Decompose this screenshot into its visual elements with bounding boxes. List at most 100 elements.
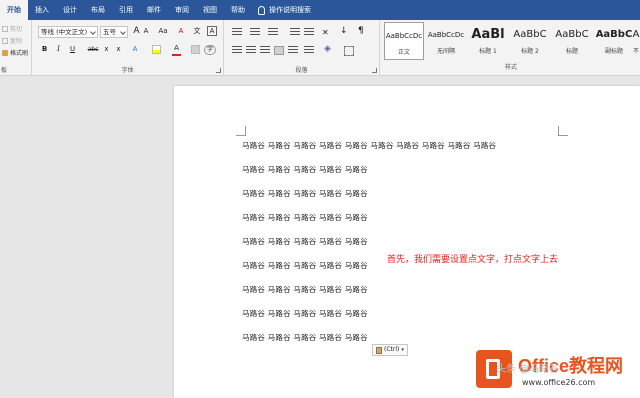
numbering-icon[interactable] [250,28,260,37]
tell-me-search[interactable]: 操作说明搜索 [258,5,311,15]
tab-review[interactable]: 审阅 [168,0,196,20]
style-heading-2-sample: AaBbC [513,29,547,40]
watermark-overlay-text: 头条 @马路谷 [496,364,560,375]
chevron-down-icon: ▾ [401,347,404,353]
text-effects-button[interactable]: A [130,44,140,56]
styles-gallery: AaBbCcDc 正文 AaBbCcDc 无间隔 AaBl 标题 1 AaBbC… [382,22,640,66]
font-size-select[interactable]: 五号 [100,26,128,38]
doc-line[interactable]: 马路谷 马路谷 马路谷 马路谷 马路谷 [242,308,368,319]
style-normal-name: 正文 [397,49,410,56]
justify-icon[interactable] [274,46,284,55]
font-color-button[interactable]: A [172,44,181,56]
copy-label: 复制 [10,38,23,45]
enclose-characters-icon: 字 [206,46,213,53]
style-more[interactable]: A 不 [632,22,640,60]
shading-bucket-icon[interactable]: ◈ [324,44,336,54]
tab-home[interactable]: 开始 [0,0,28,20]
font-group-label: 字体 [121,67,134,74]
sort-icon[interactable]: ↓ [340,26,352,36]
tab-layout[interactable]: 布局 [84,0,112,20]
paragraph-group-label: 段落 [295,67,308,74]
style-title[interactable]: AaBbC 标题 [552,22,592,60]
decrease-indent-icon[interactable] [290,28,300,37]
tell-me-label: 操作说明搜索 [269,6,311,14]
format-painter-button[interactable]: 格式刷 [2,48,28,57]
strikethrough-button[interactable]: abc [86,44,100,56]
font-size-value: 五号 [103,28,116,36]
margin-corner-top-right [558,126,568,136]
doc-line[interactable]: 马路谷 马路谷 马路谷 马路谷 马路谷 [242,236,368,247]
clear-formatting-button[interactable]: A [176,26,186,38]
underline-button[interactable]: U [68,44,77,56]
phonetic-guide-button[interactable]: 文 [192,26,202,38]
style-no-spacing[interactable]: AaBbCcDc 无间隔 [426,22,466,60]
paintbrush-icon [2,49,8,56]
font-dialog-launcher[interactable] [216,68,221,73]
style-no-spacing-name: 无间隔 [436,48,455,55]
align-right-icon[interactable] [260,46,270,55]
grow-font-button[interactable]: A [132,26,141,38]
cut-button[interactable]: 剪切 [2,24,22,33]
copy-icon [2,37,8,44]
copy-button[interactable]: 复制 [2,36,22,45]
enclose-characters-button[interactable]: 字 [204,45,216,55]
doc-line[interactable]: 马路谷 马路谷 马路谷 马路谷 马路谷 马路谷 马路谷 马路谷 马路谷 马路谷 [242,140,496,151]
style-title-sample: AaBbC [555,29,589,40]
doc-line[interactable]: 马路谷 马路谷 马路谷 马路谷 马路谷 [242,332,368,343]
tab-view[interactable]: 视图 [196,0,224,20]
align-left-icon[interactable] [232,46,242,55]
change-case-button[interactable]: Aa [156,26,170,38]
doc-line[interactable]: 马路谷 马路谷 马路谷 马路谷 马路谷 [242,260,368,271]
clipboard-group-label: 板 [1,67,8,74]
style-title-name: 标题 [565,48,578,55]
italic-button[interactable]: I [54,44,63,56]
superscript-button[interactable]: x [114,44,123,56]
style-heading-2[interactable]: AaBbC 标题 2 [510,22,550,60]
style-more-name: 不 [632,48,639,55]
ribbon: 剪切 复制 格式刷 板 等线 (中文正文) 五号 A A Aa A 文 A B … [0,20,640,76]
style-subtitle-sample: AaBbC [595,29,633,40]
doc-line[interactable]: 马路谷 马路谷 马路谷 马路谷 马路谷 [242,212,368,223]
increase-indent-icon[interactable] [304,28,314,37]
borders-icon[interactable] [344,46,354,56]
chinese-layout-icon[interactable]: ✕ [322,28,334,38]
tab-references[interactable]: 引用 [112,0,140,20]
watermark: Office教程网 头条 @马路谷 www.office26.com [470,348,640,398]
chevron-down-icon [120,29,126,35]
multilevel-list-icon[interactable] [268,28,278,37]
tab-help[interactable]: 帮助 [224,0,252,20]
doc-line[interactable]: 马路谷 马路谷 马路谷 马路谷 马路谷 [242,188,368,199]
highlighter-icon [151,45,161,54]
style-subtitle[interactable]: AaBbC 副标题 [594,22,634,60]
tab-mailings[interactable]: 邮件 [140,0,168,20]
style-more-sample: A [632,29,640,40]
highlight-button[interactable] [150,45,162,57]
clipboard-icon [376,346,382,354]
style-heading-1-name: 标题 1 [479,48,497,55]
doc-line[interactable]: 马路谷 马路谷 马路谷 马路谷 马路谷 [242,284,368,295]
style-heading-1[interactable]: AaBl 标题 1 [468,22,508,60]
tab-design[interactable]: 设计 [56,0,84,20]
subscript-button[interactable]: x [102,44,111,56]
align-center-icon[interactable] [246,46,256,55]
scissors-icon [2,25,8,32]
paragraph-dialog-launcher[interactable] [372,68,377,73]
tab-insert[interactable]: 插入 [28,0,56,20]
show-marks-icon[interactable]: ¶ [358,26,370,36]
font-name-select[interactable]: 等线 (中文正文) [38,26,98,38]
character-border-button[interactable]: A [207,26,217,36]
distributed-icon[interactable] [288,46,298,55]
paragraph-group: ✕ ↓ ¶ ◈ 段落 [224,20,380,76]
style-normal[interactable]: AaBbCcDc 正文 [384,22,424,60]
paste-options-label: (Ctrl) [384,346,400,353]
paste-options-button[interactable]: (Ctrl) ▾ [372,344,408,356]
line-spacing-icon[interactable] [304,46,314,55]
character-shading-button[interactable] [190,45,200,57]
bold-button[interactable]: B [40,44,49,56]
doc-line[interactable]: 马路谷 马路谷 马路谷 马路谷 马路谷 [242,164,368,175]
bullets-icon[interactable] [232,28,242,37]
clipboard-group: 剪切 复制 格式刷 板 [0,20,32,76]
style-subtitle-name: 副标题 [604,48,623,55]
chevron-down-icon [90,29,96,35]
shrink-font-button[interactable]: A [142,26,150,38]
